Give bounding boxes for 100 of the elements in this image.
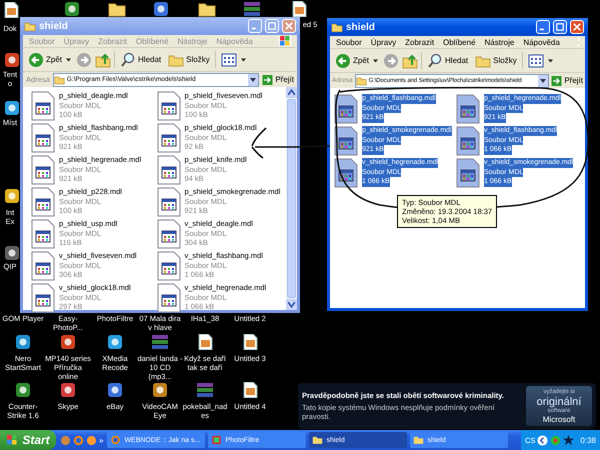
file-icon[interactable] bbox=[156, 155, 180, 185]
app-icon[interactable] bbox=[152, 1, 170, 17]
caret-icon bbox=[66, 58, 72, 62]
back-button[interactable]: Zpět bbox=[333, 52, 380, 68]
app-icon[interactable] bbox=[59, 382, 77, 398]
folder-icon bbox=[24, 20, 36, 32]
file-icon[interactable] bbox=[334, 158, 358, 188]
close-icon bbox=[573, 23, 581, 31]
file-icon[interactable] bbox=[156, 123, 180, 153]
file-icon[interactable] bbox=[156, 219, 180, 249]
maximize-icon bbox=[556, 23, 564, 31]
menu-item[interactable]: Zobrazit bbox=[405, 38, 434, 46]
folder-up-icon[interactable] bbox=[402, 52, 418, 68]
document-icon[interactable] bbox=[241, 334, 259, 350]
file-icon[interactable] bbox=[156, 187, 180, 217]
menu-item[interactable]: Oblíbené bbox=[443, 38, 476, 46]
app-icon[interactable] bbox=[106, 382, 124, 398]
app-icon[interactable] bbox=[3, 52, 21, 68]
app-icon[interactable] bbox=[3, 245, 21, 261]
app-icon[interactable] bbox=[14, 382, 32, 398]
window-title: shield bbox=[39, 20, 68, 32]
back-button[interactable]: Zpět bbox=[26, 52, 74, 68]
scrollbar[interactable] bbox=[286, 87, 297, 310]
flag-icon bbox=[6, 435, 18, 445]
maximize-icon bbox=[268, 22, 276, 30]
file-icon[interactable] bbox=[31, 187, 55, 217]
close-icon bbox=[285, 22, 293, 30]
app-icon[interactable] bbox=[59, 334, 77, 350]
document-icon[interactable] bbox=[2, 2, 20, 18]
scroll-down-icon[interactable] bbox=[286, 299, 297, 310]
books-icon[interactable] bbox=[243, 1, 261, 17]
file-icon[interactable] bbox=[156, 91, 180, 121]
grid-icon bbox=[220, 52, 237, 68]
go-button[interactable]: Přejít bbox=[262, 74, 294, 84]
folder-up-icon[interactable] bbox=[95, 52, 112, 68]
app-icon[interactable] bbox=[14, 334, 32, 350]
file-icon[interactable] bbox=[456, 126, 480, 156]
folder-icon bbox=[54, 74, 65, 84]
app-icon[interactable] bbox=[3, 100, 21, 116]
file-icon[interactable] bbox=[31, 251, 55, 281]
logo-text: Microsoft bbox=[542, 414, 576, 424]
globe-icon bbox=[110, 435, 122, 445]
dropdown-icon[interactable] bbox=[248, 74, 258, 86]
file-icon[interactable] bbox=[334, 126, 358, 156]
folder-icon bbox=[331, 22, 343, 32]
file-icon[interactable] bbox=[31, 91, 55, 121]
clock: 0:38 bbox=[580, 436, 596, 444]
file-icon[interactable] bbox=[156, 251, 180, 281]
file-icon[interactable] bbox=[156, 283, 180, 313]
menu-item[interactable]: Nástroje bbox=[484, 38, 514, 46]
views-button[interactable] bbox=[526, 52, 555, 68]
document-icon[interactable] bbox=[196, 334, 214, 350]
start-button[interactable]: Start bbox=[0, 430, 56, 450]
search-button[interactable]: Hledat bbox=[118, 52, 164, 68]
books-icon[interactable] bbox=[196, 382, 214, 398]
logo-text: originální bbox=[536, 396, 582, 408]
arrow-right-icon bbox=[551, 76, 562, 86]
app-icon[interactable] bbox=[151, 382, 169, 398]
folders-button[interactable]: Složky bbox=[473, 52, 519, 68]
close-button[interactable] bbox=[570, 20, 584, 34]
overflow-button[interactable]: » bbox=[99, 436, 104, 444]
app-icon[interactable] bbox=[106, 334, 124, 350]
file-icon[interactable] bbox=[31, 155, 55, 185]
star-icon[interactable] bbox=[563, 434, 574, 446]
search-icon bbox=[427, 52, 444, 68]
document-icon[interactable] bbox=[290, 1, 308, 17]
search-icon bbox=[120, 52, 136, 68]
app-icon[interactable] bbox=[63, 1, 81, 17]
caret-icon bbox=[373, 58, 378, 62]
menu-item[interactable]: Nápověda bbox=[523, 38, 560, 46]
menu-item[interactable]: Soubor bbox=[336, 38, 362, 46]
views-button[interactable] bbox=[218, 52, 248, 68]
file-icon[interactable] bbox=[456, 158, 480, 188]
file-icon[interactable] bbox=[31, 219, 55, 249]
scroll-up-icon[interactable] bbox=[286, 87, 297, 98]
file-icon[interactable] bbox=[334, 94, 358, 124]
window-title: shield bbox=[346, 22, 375, 32]
books-icon[interactable] bbox=[151, 334, 169, 350]
folder-icon bbox=[312, 435, 324, 445]
dropdown-icon[interactable] bbox=[538, 74, 548, 86]
search-button[interactable]: Hledat bbox=[425, 52, 470, 68]
maximize-button[interactable] bbox=[553, 20, 567, 34]
chevron-icon[interactable] bbox=[537, 434, 548, 446]
folder-icon bbox=[413, 435, 424, 445]
arrow-right-icon bbox=[262, 74, 274, 84]
file-icon[interactable] bbox=[31, 283, 55, 313]
app-icon[interactable] bbox=[3, 188, 21, 204]
minimize-button[interactable] bbox=[536, 20, 550, 34]
document-icon[interactable] bbox=[241, 382, 259, 398]
menu-item[interactable]: Úpravy bbox=[370, 38, 396, 46]
grid-icon bbox=[528, 52, 544, 68]
file-icon[interactable] bbox=[31, 123, 55, 153]
caret-icon bbox=[548, 58, 553, 62]
scroll-thumb[interactable] bbox=[287, 99, 296, 298]
go-button[interactable]: Přejít bbox=[551, 76, 583, 86]
caret-icon bbox=[240, 58, 246, 62]
folders-button[interactable]: Složky bbox=[166, 52, 212, 68]
globe-icon[interactable] bbox=[73, 434, 84, 446]
file-icon[interactable] bbox=[456, 94, 480, 124]
picture-icon bbox=[211, 435, 222, 445]
